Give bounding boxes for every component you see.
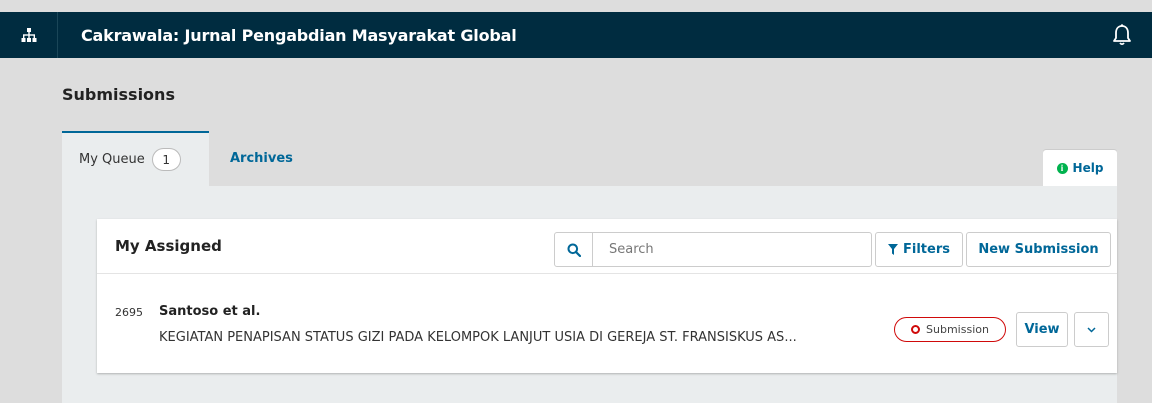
chevron-down-icon	[1087, 326, 1096, 333]
panel-header: My Assigned Filters	[97, 219, 1117, 274]
view-button[interactable]: View	[1016, 312, 1068, 347]
expand-row-button[interactable]	[1074, 312, 1109, 347]
tab-my-queue-label: My Queue	[79, 152, 145, 167]
my-assigned-panel: My Assigned Filters	[97, 219, 1117, 373]
status-label: Submission	[926, 323, 989, 336]
tab-archives[interactable]: Archives	[209, 131, 293, 186]
submission-id: 2695	[115, 306, 143, 319]
submission-row: 2695 Santoso et al. KEGIATAN PENAPISAN S…	[97, 274, 1117, 373]
panel-title: My Assigned	[115, 237, 222, 255]
submission-title: KEGIATAN PENAPISAN STATUS GIZI PADA KELO…	[159, 330, 797, 345]
tab-my-queue[interactable]: My Queue 1	[62, 131, 209, 186]
tab-content: My Assigned Filters	[62, 186, 1117, 403]
filters-label: Filters	[903, 242, 950, 257]
info-icon: i	[1056, 162, 1068, 174]
search-box	[554, 232, 872, 267]
submission-author: Santoso et al.	[159, 304, 261, 319]
journal-title[interactable]: Cakrawala: Jurnal Pengabdian Masyarakat …	[81, 26, 517, 45]
search-icon	[567, 243, 581, 257]
page-title: Submissions	[62, 85, 175, 104]
filters-button[interactable]: Filters	[875, 232, 963, 267]
top-navigation-bar: Cakrawala: Jurnal Pengabdian Masyarakat …	[0, 12, 1152, 58]
search-button[interactable]	[555, 233, 593, 266]
page-body: Submissions My Queue 1 Archives i Help M…	[0, 58, 1152, 403]
new-submission-button[interactable]: New Submission	[966, 232, 1111, 267]
filter-icon	[888, 244, 898, 255]
sitemap-button[interactable]	[0, 12, 58, 58]
status-circle-icon	[911, 325, 921, 334]
bell-icon	[1113, 24, 1131, 46]
notifications-button[interactable]	[1110, 23, 1134, 47]
help-button[interactable]: i Help	[1043, 150, 1117, 186]
help-label: Help	[1072, 161, 1104, 175]
tab-list: My Queue 1 Archives	[62, 131, 293, 186]
status-badge: Submission	[894, 317, 1006, 342]
sitemap-icon	[21, 28, 36, 42]
search-input[interactable]	[593, 242, 863, 257]
queue-count-badge: 1	[151, 148, 181, 171]
